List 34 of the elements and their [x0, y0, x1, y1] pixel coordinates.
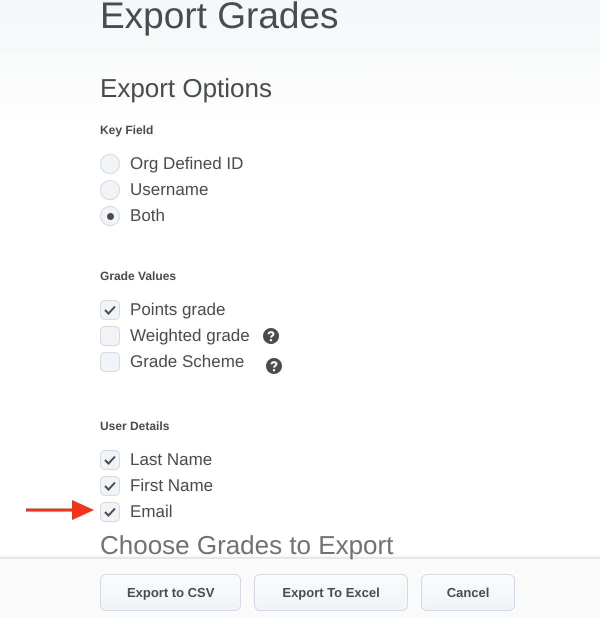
page-title: Export Grades [100, 0, 340, 38]
group-label: Key Field [100, 122, 154, 138]
action-button[interactable]: Cancel [420, 574, 516, 611]
section-heading: Choose Grades to Export [100, 529, 394, 561]
help-icon[interactable] [262, 328, 279, 344]
option-label: Username [130, 179, 208, 201]
help-icon[interactable] [266, 358, 282, 374]
action-button[interactable]: Export to CSV [100, 574, 242, 611]
radio-button[interactable] [100, 180, 120, 200]
checkbox[interactable] [100, 476, 120, 496]
checkbox[interactable] [100, 450, 120, 470]
option-label: Points grade [130, 299, 226, 321]
checkmark-icon [104, 455, 116, 465]
group-label: User Details [100, 418, 170, 434]
section-heading: Export Options [100, 72, 273, 104]
checkbox[interactable] [100, 352, 120, 372]
option-label: Org Defined ID [130, 153, 244, 175]
radio-button[interactable] [100, 206, 120, 226]
checkbox[interactable] [100, 326, 120, 346]
group-label: Grade Values [100, 268, 176, 284]
checkmark-icon [104, 507, 116, 517]
radio-button[interactable] [100, 154, 120, 174]
option-label: Email [130, 501, 173, 523]
annotation-arrow [26, 499, 94, 521]
action-button[interactable]: Export To Excel [254, 574, 408, 611]
option-label: Last Name [130, 449, 212, 471]
checkmark-icon [104, 305, 116, 315]
option-label: First Name [130, 475, 214, 497]
checkmark-icon [104, 481, 116, 491]
option-label: Grade Scheme [130, 351, 244, 373]
option-label: Weighted grade [130, 325, 250, 347]
option-label: Both [130, 205, 165, 227]
checkbox[interactable] [100, 502, 120, 522]
checkbox[interactable] [100, 300, 120, 320]
